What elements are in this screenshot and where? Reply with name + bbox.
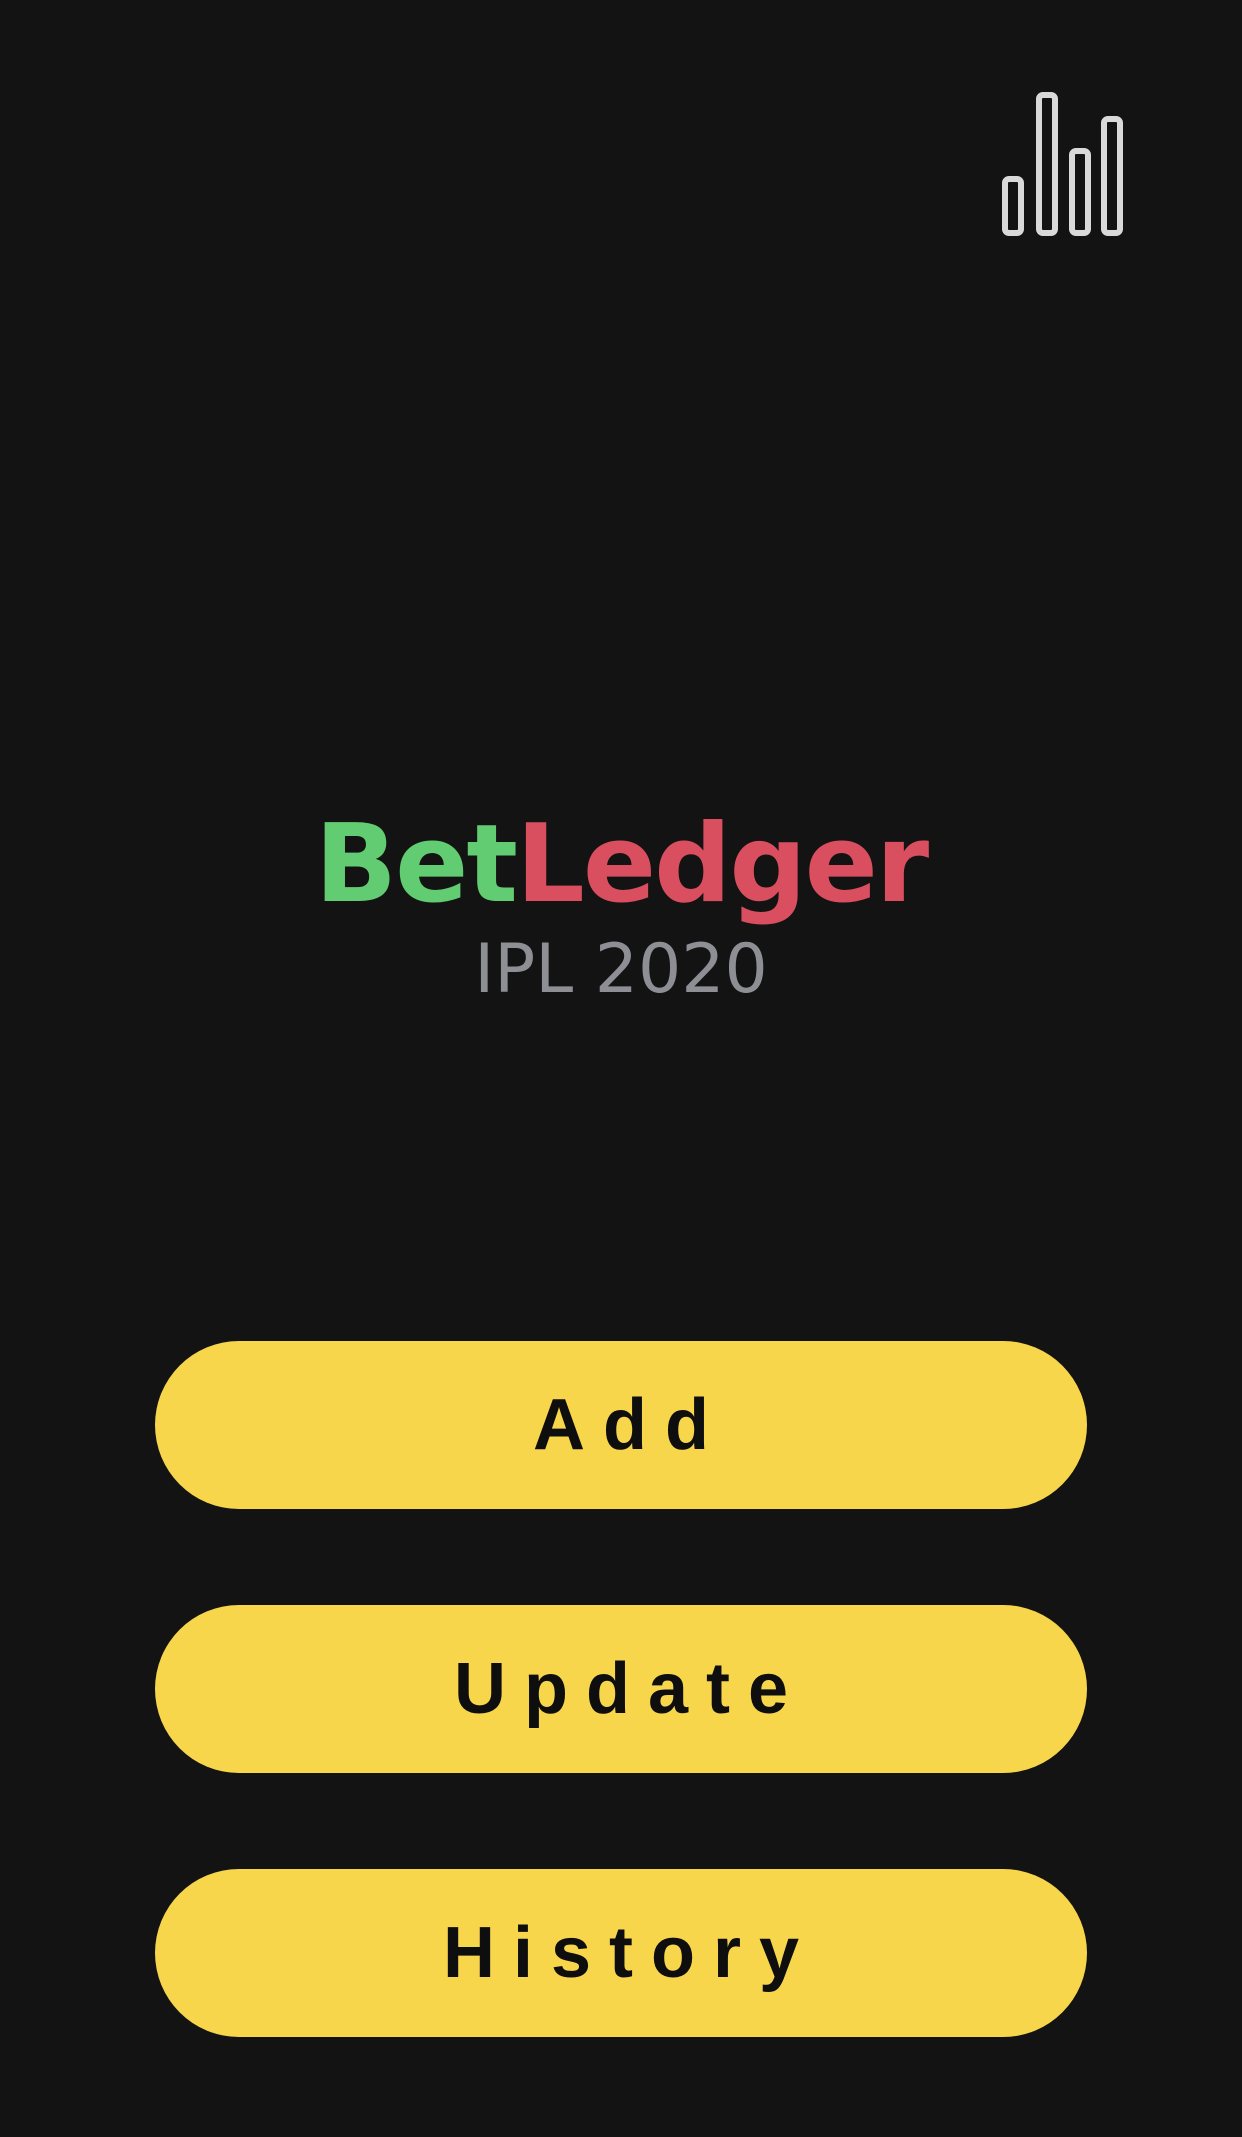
app-logo-title: BetLedger — [0, 800, 1242, 930]
app-subtitle: IPL 2020 — [474, 930, 768, 1009]
stats-button[interactable] — [998, 88, 1132, 240]
brand-bet: Bet — [314, 802, 518, 927]
update-button[interactable]: Update — [155, 1605, 1087, 1773]
history-button[interactable]: History — [155, 1869, 1087, 2037]
brand-ledger: Ledger — [516, 802, 929, 927]
add-button[interactable]: Add — [155, 1341, 1087, 1509]
bar-chart-icon — [1002, 92, 1123, 236]
